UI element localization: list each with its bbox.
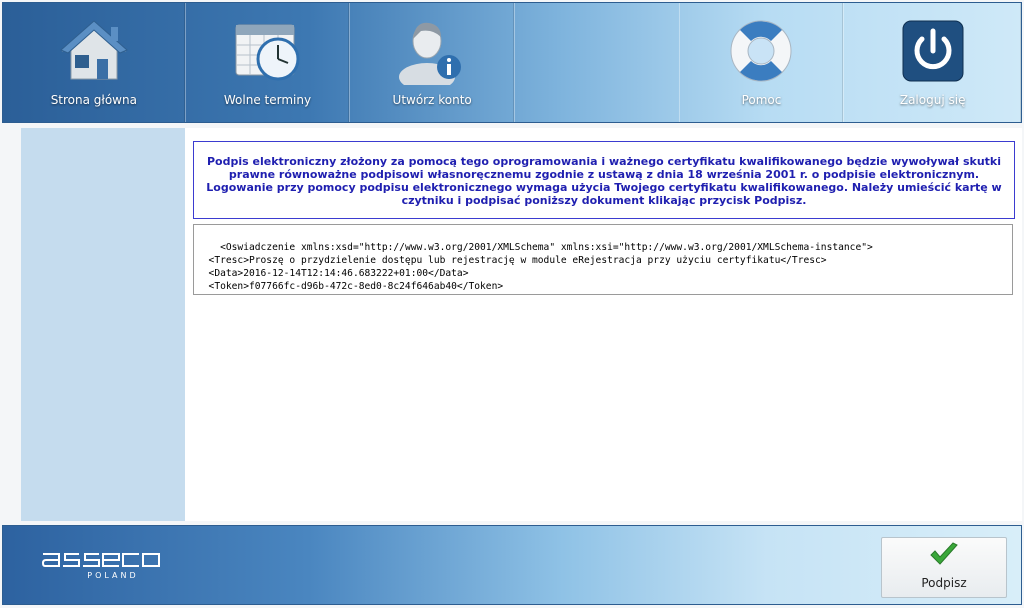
nav-login[interactable]: Zaloguj się xyxy=(844,3,1021,122)
sign-button-label: Podpisz xyxy=(921,576,967,590)
user-info-icon xyxy=(397,17,467,91)
signature-notice: Podpis elektroniczny złożony za pomocą t… xyxy=(193,141,1015,219)
power-icon xyxy=(898,17,968,85)
nav-free-slots[interactable]: Wolne terminy xyxy=(186,3,351,122)
lifebuoy-icon xyxy=(726,17,796,85)
footer-bar: POLAND Podpisz xyxy=(2,525,1022,605)
nav-free-slots-label: Wolne terminy xyxy=(223,93,312,107)
xml-document-textarea[interactable]: <Oswiadczenie xmlns:xsd="http://www.w3.o… xyxy=(193,224,1013,295)
app-window: Strona główna Wolne terminy Utwórz konto… xyxy=(0,0,1024,608)
sign-button[interactable]: Podpisz xyxy=(881,537,1007,598)
checkmark-icon xyxy=(929,542,959,568)
nav-spacer xyxy=(515,3,680,122)
resize-grip-icon[interactable] xyxy=(1003,285,1011,293)
nav-help[interactable]: Pomoc xyxy=(680,3,845,122)
nav-help-label: Pomoc xyxy=(741,93,782,107)
nav-home-label: Strona główna xyxy=(50,93,137,107)
nav-home[interactable]: Strona główna xyxy=(3,3,186,122)
home-icon xyxy=(59,17,129,85)
asseco-logo xyxy=(41,548,191,588)
top-navigation: Strona główna Wolne terminy Utwórz konto… xyxy=(2,2,1022,123)
nav-create-account[interactable]: Utwórz konto xyxy=(350,3,515,122)
nav-create-account-label: Utwórz konto xyxy=(392,93,472,107)
xml-document-text: <Oswiadczenie xmlns:xsd="http://www.w3.o… xyxy=(208,242,873,292)
nav-login-label: Zaloguj się xyxy=(899,93,966,107)
left-sidebar xyxy=(21,128,185,521)
calendar-clock-icon xyxy=(232,17,302,85)
logo-subtitle: POLAND xyxy=(87,571,139,580)
